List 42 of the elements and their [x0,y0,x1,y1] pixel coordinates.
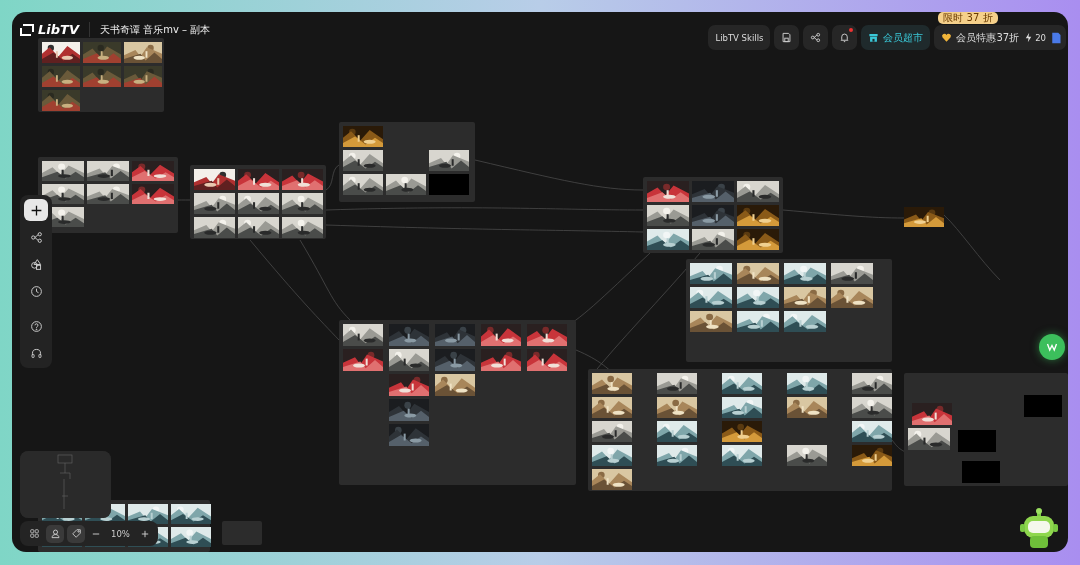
share-button[interactable] [803,25,829,50]
tag-icon [70,528,82,539]
zoom-level: 10% [110,528,131,539]
blank-output [958,430,996,452]
mascot-drawing[interactable] [1018,508,1060,550]
w-icon [1046,341,1058,353]
save-button[interactable] [774,25,800,50]
plus-icon [29,203,43,217]
bell-icon [839,32,851,43]
credits-count: 20 [1035,32,1046,43]
blank-output [962,461,1000,483]
share-nodes-icon [29,230,43,244]
logo-icon [20,23,34,36]
document-icon [1050,30,1062,45]
blank-output [1024,395,1062,417]
side-tool[interactable] [24,199,48,221]
skills-button[interactable]: LibTV Skills [708,25,771,50]
view-tool[interactable] [46,524,64,543]
member-label: 会员特惠37折 [956,30,1020,45]
project-title: 天书奇谭 音乐mv – 副本 [100,22,211,37]
save-icon [781,32,793,43]
share-icon [810,32,822,43]
blank-output [429,174,469,195]
notification-button[interactable] [832,25,858,50]
promo-badge: 限时 37 折 [938,12,998,24]
clock-icon [29,284,43,298]
person-icon [49,528,61,539]
view-tool[interactable] [67,524,85,543]
grid-icon [28,528,40,539]
connector-line [325,164,340,191]
headset-icon [29,346,43,360]
membership-button[interactable]: 会员特惠37折 20 [934,25,1066,50]
heart-icon [941,32,953,43]
help-icon [29,319,43,333]
logo-text: LibTV [38,22,79,37]
connector-line [943,214,1001,281]
market-button[interactable]: 会员超市 [861,25,931,50]
assistant-button[interactable] [1039,334,1065,360]
store-icon [868,32,880,43]
shapes-icon [29,257,43,271]
plus-icon [140,529,149,538]
logo[interactable]: LibTV [20,22,90,37]
